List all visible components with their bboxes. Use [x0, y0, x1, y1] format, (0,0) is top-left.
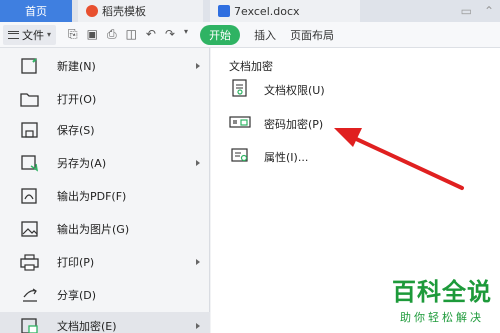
hamburger-icon: [8, 30, 19, 39]
submenu-title: 文档加密: [229, 60, 273, 73]
printer-icon: [19, 253, 41, 271]
copy-icon[interactable]: ⎘: [68, 27, 78, 42]
submenu-arrow-icon: [196, 259, 200, 265]
menu-item-label: 输出为PDF(F): [57, 190, 127, 203]
menu-item-share[interactable]: 分享(D): [0, 281, 210, 309]
file-menu-panel: 新建(N) 打开(O) 保存(S) 另存为(A) 输出为PDF(F) 输出为图片…: [0, 48, 210, 333]
file-menu-label: 文件: [22, 28, 44, 42]
submenu-arrow-icon: [196, 160, 200, 166]
menu-item-label: 打开(O): [57, 93, 97, 106]
word-doc-icon: [218, 5, 230, 17]
window-controls: ▭ ⌃: [461, 4, 494, 18]
toolbar-chevron-icon[interactable]: ▾: [184, 27, 188, 42]
share-icon: [19, 286, 41, 304]
docer-icon: [86, 5, 98, 17]
tab-home[interactable]: 首页: [0, 0, 72, 22]
menu-item-label: 打印(P): [57, 256, 95, 269]
submenu-arrow-icon: [196, 323, 200, 329]
password-icon: [229, 113, 251, 131]
menu-item-document-encrypt[interactable]: 文档加密(E): [0, 312, 210, 333]
menu-item-export-pdf[interactable]: 输出为PDF(F): [0, 182, 210, 210]
redo-icon[interactable]: ↷: [165, 27, 175, 42]
folder-open-icon: [19, 90, 41, 108]
monitor-icon[interactable]: ▭: [461, 4, 472, 18]
watermark-subtitle: 助你轻松解决: [400, 311, 484, 324]
ribbon-tab-insert[interactable]: 插入: [254, 27, 276, 43]
submenu-item-label: 属性(I)...: [264, 151, 309, 164]
print-preview-icon[interactable]: ◫: [126, 27, 137, 42]
tab-document[interactable]: 7excel.docx: [210, 0, 360, 22]
print-icon[interactable]: ⎙: [107, 27, 117, 42]
tab-document-label: 7excel.docx: [234, 4, 300, 18]
ribbon-tab-page-layout[interactable]: 页面布局: [290, 27, 334, 43]
tab-template[interactable]: 稻壳模板: [78, 0, 203, 22]
tab-template-label: 稻壳模板: [102, 5, 146, 18]
submenu-item-label: 文档权限(U): [264, 84, 325, 97]
document-lock-icon: [19, 317, 41, 333]
submenu-arrow-icon: [196, 63, 200, 69]
toolbar: 文件 ▾ ⎘ ▣ ⎙ ◫ ↶ ↷ ▾ 开始 插入 页面布局: [0, 22, 500, 48]
save-icon[interactable]: ▣: [87, 27, 98, 42]
menu-item-save[interactable]: 保存(S): [0, 116, 210, 144]
save-icon: [19, 121, 41, 139]
file-menu-button[interactable]: 文件 ▾: [3, 24, 57, 45]
watermark-title: 百科全说: [392, 278, 492, 306]
menu-item-label: 另存为(A): [57, 157, 107, 170]
menu-item-new[interactable]: 新建(N): [0, 52, 210, 80]
save-as-icon: [19, 154, 41, 172]
chevron-down-icon: ▾: [47, 30, 52, 39]
menu-item-label: 分享(D): [57, 289, 97, 302]
document-permission-icon: [229, 79, 251, 97]
properties-icon: [229, 146, 251, 164]
image-icon: [19, 220, 41, 238]
watermark: 百科全说 助你轻松解决: [392, 272, 492, 325]
new-file-icon: [19, 57, 41, 75]
more-icon[interactable]: ⌃: [484, 4, 494, 18]
menu-item-label: 文档加密(E): [57, 320, 117, 333]
menu-item-export-image[interactable]: 输出为图片(G): [0, 215, 210, 243]
ribbon-tab-start[interactable]: 开始: [200, 24, 241, 45]
menu-item-label: 保存(S): [57, 124, 95, 137]
pdf-icon: [19, 187, 41, 205]
menu-item-open[interactable]: 打开(O): [0, 85, 210, 113]
submenu-item-label: 密码加密(P): [264, 118, 324, 131]
tab-bar: 首页 稻壳模板 7excel.docx ▭ ⌃: [0, 0, 500, 22]
menu-item-save-as[interactable]: 另存为(A): [0, 149, 210, 177]
menu-item-label: 输出为图片(G): [57, 223, 130, 236]
menu-item-label: 新建(N): [57, 60, 96, 73]
undo-icon[interactable]: ↶: [146, 27, 156, 42]
tab-home-label: 首页: [25, 5, 47, 18]
quick-access-toolbar: ⎘ ▣ ⎙ ◫ ↶ ↷ ▾: [68, 27, 188, 42]
menu-item-print[interactable]: 打印(P): [0, 248, 210, 276]
